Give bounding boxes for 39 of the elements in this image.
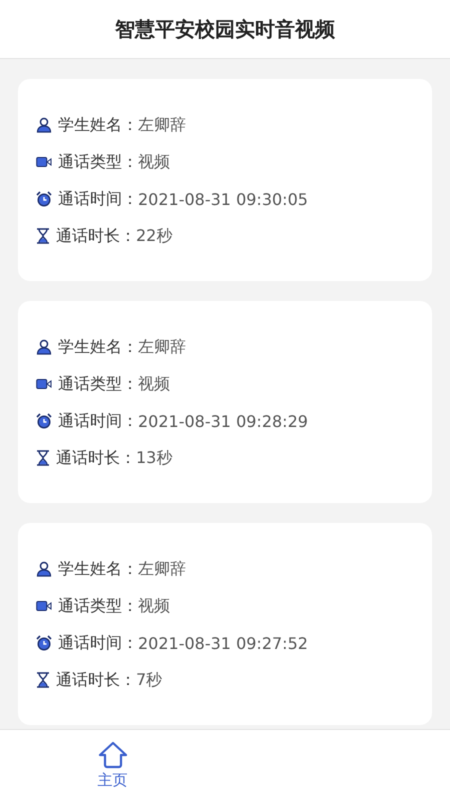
field-value: 视频: [138, 374, 170, 394]
field-label: 学生姓名：: [58, 558, 138, 580]
field-label: 通话时长：: [56, 226, 136, 246]
nav-tab[interactable]: 主页: [0, 730, 225, 800]
alarm-clock-icon: [36, 635, 52, 651]
field-label: 通话时长：: [56, 670, 136, 690]
field-value: 左卿辞: [138, 114, 186, 136]
field-label: 学生姓名：: [58, 336, 138, 358]
field-label: 学生姓名：: [58, 114, 138, 136]
video-camera-icon: [36, 378, 52, 390]
video-camera-icon: [36, 156, 52, 168]
person-icon: [36, 117, 52, 133]
field-value: 13秒: [136, 448, 172, 468]
field-value: 7秒: [136, 670, 162, 690]
alarm-clock-icon: [36, 191, 52, 207]
field-value: 2021-08-31 09:30:05: [138, 190, 308, 208]
field-label: 通话类型：: [58, 152, 138, 172]
field-value: 左卿辞: [138, 336, 186, 358]
home-icon: [96, 740, 128, 768]
person-icon: [36, 561, 52, 577]
field-value: 左卿辞: [138, 558, 186, 580]
field-label: 通话时间：: [58, 188, 138, 210]
field-value: 22秒: [136, 226, 172, 246]
field-label: 通话时长：: [56, 448, 136, 468]
field-value: 视频: [138, 596, 170, 616]
hourglass-icon: [36, 672, 50, 688]
field-value: 2021-08-31 09:27:52: [138, 634, 308, 652]
page-title: 智慧平安校园实时音视频: [115, 16, 335, 42]
hourglass-icon: [36, 228, 50, 244]
video-camera-icon: [36, 600, 52, 612]
field-value: 2021-08-31 09:28:29: [138, 412, 308, 430]
field-value: 视频: [138, 152, 170, 172]
alarm-clock-icon: [36, 413, 52, 429]
person-icon: [36, 339, 52, 355]
field-label: 通话时间：: [58, 410, 138, 432]
field-label: 通话类型：: [58, 374, 138, 394]
field-label: 通话类型：: [58, 596, 138, 616]
hourglass-icon: [36, 450, 50, 466]
field-label: 通话时间：: [58, 632, 138, 654]
